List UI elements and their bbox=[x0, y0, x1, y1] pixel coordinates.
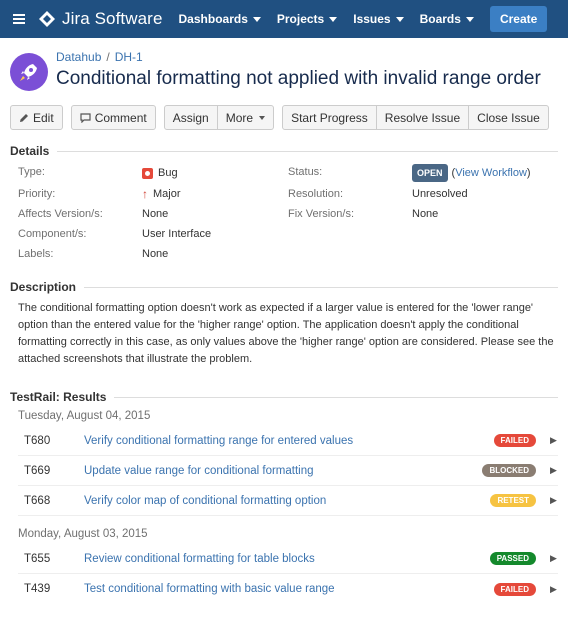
description-text: The conditional formatting option doesn'… bbox=[18, 302, 554, 365]
components-label: Component/s: bbox=[18, 228, 87, 240]
test-result-row[interactable]: T439 Test conditional formatting with bas… bbox=[18, 574, 558, 604]
components-value[interactable]: User Interface bbox=[142, 226, 288, 242]
nav-boards[interactable]: Boards bbox=[420, 12, 474, 26]
status-badge: FAILED bbox=[493, 582, 536, 596]
test-name-link[interactable]: Verify color map of conditional formatti… bbox=[84, 495, 490, 507]
test-result-row[interactable]: T680 Verify conditional formatting range … bbox=[18, 426, 558, 456]
type-value: Bug bbox=[142, 164, 288, 182]
date-group-header: Tuesday, August 04, 2015 bbox=[18, 410, 151, 422]
brand-name: Jira Software bbox=[62, 9, 163, 28]
issue-header: Datahub / DH-1 Conditional formatting not … bbox=[0, 38, 568, 91]
status-badge: BLOCKED bbox=[482, 464, 536, 477]
test-name-link[interactable]: Update value range for conditional forma… bbox=[84, 465, 482, 477]
top-nav-bar: Jira Software Dashboards Projects Issues… bbox=[0, 0, 568, 38]
priority-value: ↑ Major bbox=[142, 187, 181, 201]
jira-logo-icon bbox=[39, 11, 55, 27]
chevron-right-icon[interactable]: ▶ bbox=[550, 465, 558, 476]
nav-projects[interactable]: Projects bbox=[277, 12, 338, 26]
status-badge: RETEST bbox=[490, 494, 536, 507]
status-badge: OPEN bbox=[412, 164, 448, 182]
pencil-icon bbox=[20, 113, 28, 122]
fix-version-value: None bbox=[412, 208, 439, 220]
view-workflow-link[interactable]: View Workflow bbox=[455, 165, 527, 181]
status-badge: FAILED bbox=[493, 434, 536, 447]
chevron-down-icon bbox=[252, 16, 261, 22]
rocket-icon bbox=[20, 64, 37, 81]
nav-issues[interactable]: Issues bbox=[353, 12, 404, 26]
details-section-header: Details bbox=[0, 144, 568, 158]
more-button[interactable]: More bbox=[217, 105, 275, 130]
test-id: T655 bbox=[24, 552, 51, 565]
assign-more-group: Assign More bbox=[163, 105, 275, 130]
close-issue-button[interactable]: Close Issue bbox=[469, 105, 549, 130]
test-result-row[interactable]: T668 Verify color map of conditional form… bbox=[18, 486, 558, 516]
description-heading: Description bbox=[10, 280, 77, 294]
breadcrumb-project[interactable]: Datahub bbox=[56, 50, 101, 64]
page-title: Conditional formatting not applied with … bbox=[56, 68, 541, 89]
status-badge: PASSED bbox=[489, 552, 536, 565]
test-name-link[interactable]: Verify conditional formatting range for … bbox=[84, 435, 494, 447]
labels-label: Labels: bbox=[18, 248, 54, 260]
test-id: T668 bbox=[24, 494, 51, 507]
test-name-link[interactable]: Review conditional formatting for table … bbox=[84, 553, 490, 565]
breadcrumb-issue-key[interactable]: DH-1 bbox=[115, 50, 143, 64]
resolution-value: Unresolved bbox=[412, 188, 468, 200]
test-name-link[interactable]: Test conditional formatting with basic v… bbox=[84, 583, 494, 595]
assign-button[interactable]: Assign bbox=[163, 105, 218, 130]
chevron-down-icon bbox=[465, 16, 474, 22]
chevron-right-icon[interactable]: ▶ bbox=[550, 553, 558, 564]
breadcrumb: Datahub / DH-1 bbox=[56, 50, 143, 64]
nav-dashboards[interactable]: Dashboards bbox=[179, 12, 261, 26]
resolution-label: Resolution: bbox=[288, 188, 344, 200]
chevron-right-icon[interactable]: ▶ bbox=[550, 584, 558, 595]
create-button[interactable]: Create bbox=[489, 6, 548, 32]
bug-icon bbox=[142, 167, 153, 179]
priority-label: Priority: bbox=[18, 188, 56, 200]
comment-icon bbox=[80, 112, 91, 123]
resolve-issue-button[interactable]: Resolve Issue bbox=[376, 105, 470, 130]
chevron-down-icon bbox=[395, 16, 404, 22]
details-heading: Details bbox=[10, 144, 50, 158]
test-id: T439 bbox=[24, 583, 51, 595]
status-label: Status: bbox=[288, 166, 323, 178]
testrail-section-header: TestRail: Results bbox=[0, 390, 568, 404]
fix-version-label: Fix Version/s: bbox=[288, 208, 355, 220]
labels-value: None bbox=[142, 248, 169, 260]
app-switcher-icon[interactable] bbox=[8, 8, 30, 30]
project-avatar[interactable] bbox=[10, 53, 48, 91]
chevron-down-icon bbox=[259, 115, 266, 120]
test-id: T669 bbox=[24, 464, 51, 477]
chevron-right-icon[interactable]: ▶ bbox=[550, 435, 558, 446]
start-progress-button[interactable]: Start Progress bbox=[282, 105, 377, 130]
status-value: OPEN(View Workflow) bbox=[412, 164, 562, 182]
issue-toolbar: Edit Comment Assign More Start Progress … bbox=[0, 105, 568, 130]
description-section-header: Description bbox=[0, 280, 568, 294]
test-result-row[interactable]: T655 Review conditional formatting for ta… bbox=[18, 544, 558, 574]
test-result-row[interactable]: T669 Update value range for conditional f… bbox=[18, 456, 558, 486]
date-group-header: Monday, August 03, 2015 bbox=[18, 528, 148, 540]
brand-logo[interactable]: Jira Software bbox=[38, 9, 163, 29]
affects-version-label: Affects Version/s: bbox=[18, 208, 103, 220]
test-id: T680 bbox=[24, 434, 51, 447]
type-label: Type: bbox=[18, 166, 45, 178]
chevron-right-icon[interactable]: ▶ bbox=[550, 495, 558, 506]
chevron-down-icon bbox=[329, 16, 338, 22]
comment-button[interactable]: Comment bbox=[70, 105, 156, 130]
testrail-results: Tuesday, August 04, 2015 T680 Verify condi… bbox=[0, 404, 568, 604]
details-grid: Type: Bug Status: OPEN(View Workflow) Pr… bbox=[0, 158, 568, 262]
workflow-group: Start Progress Resolve Issue Close Issue bbox=[282, 105, 549, 130]
arrow-up-icon: ↑ bbox=[142, 187, 148, 201]
testrail-heading: TestRail: Results bbox=[10, 390, 107, 404]
affects-version-value: None bbox=[142, 208, 169, 220]
edit-button[interactable]: Edit bbox=[10, 105, 63, 130]
